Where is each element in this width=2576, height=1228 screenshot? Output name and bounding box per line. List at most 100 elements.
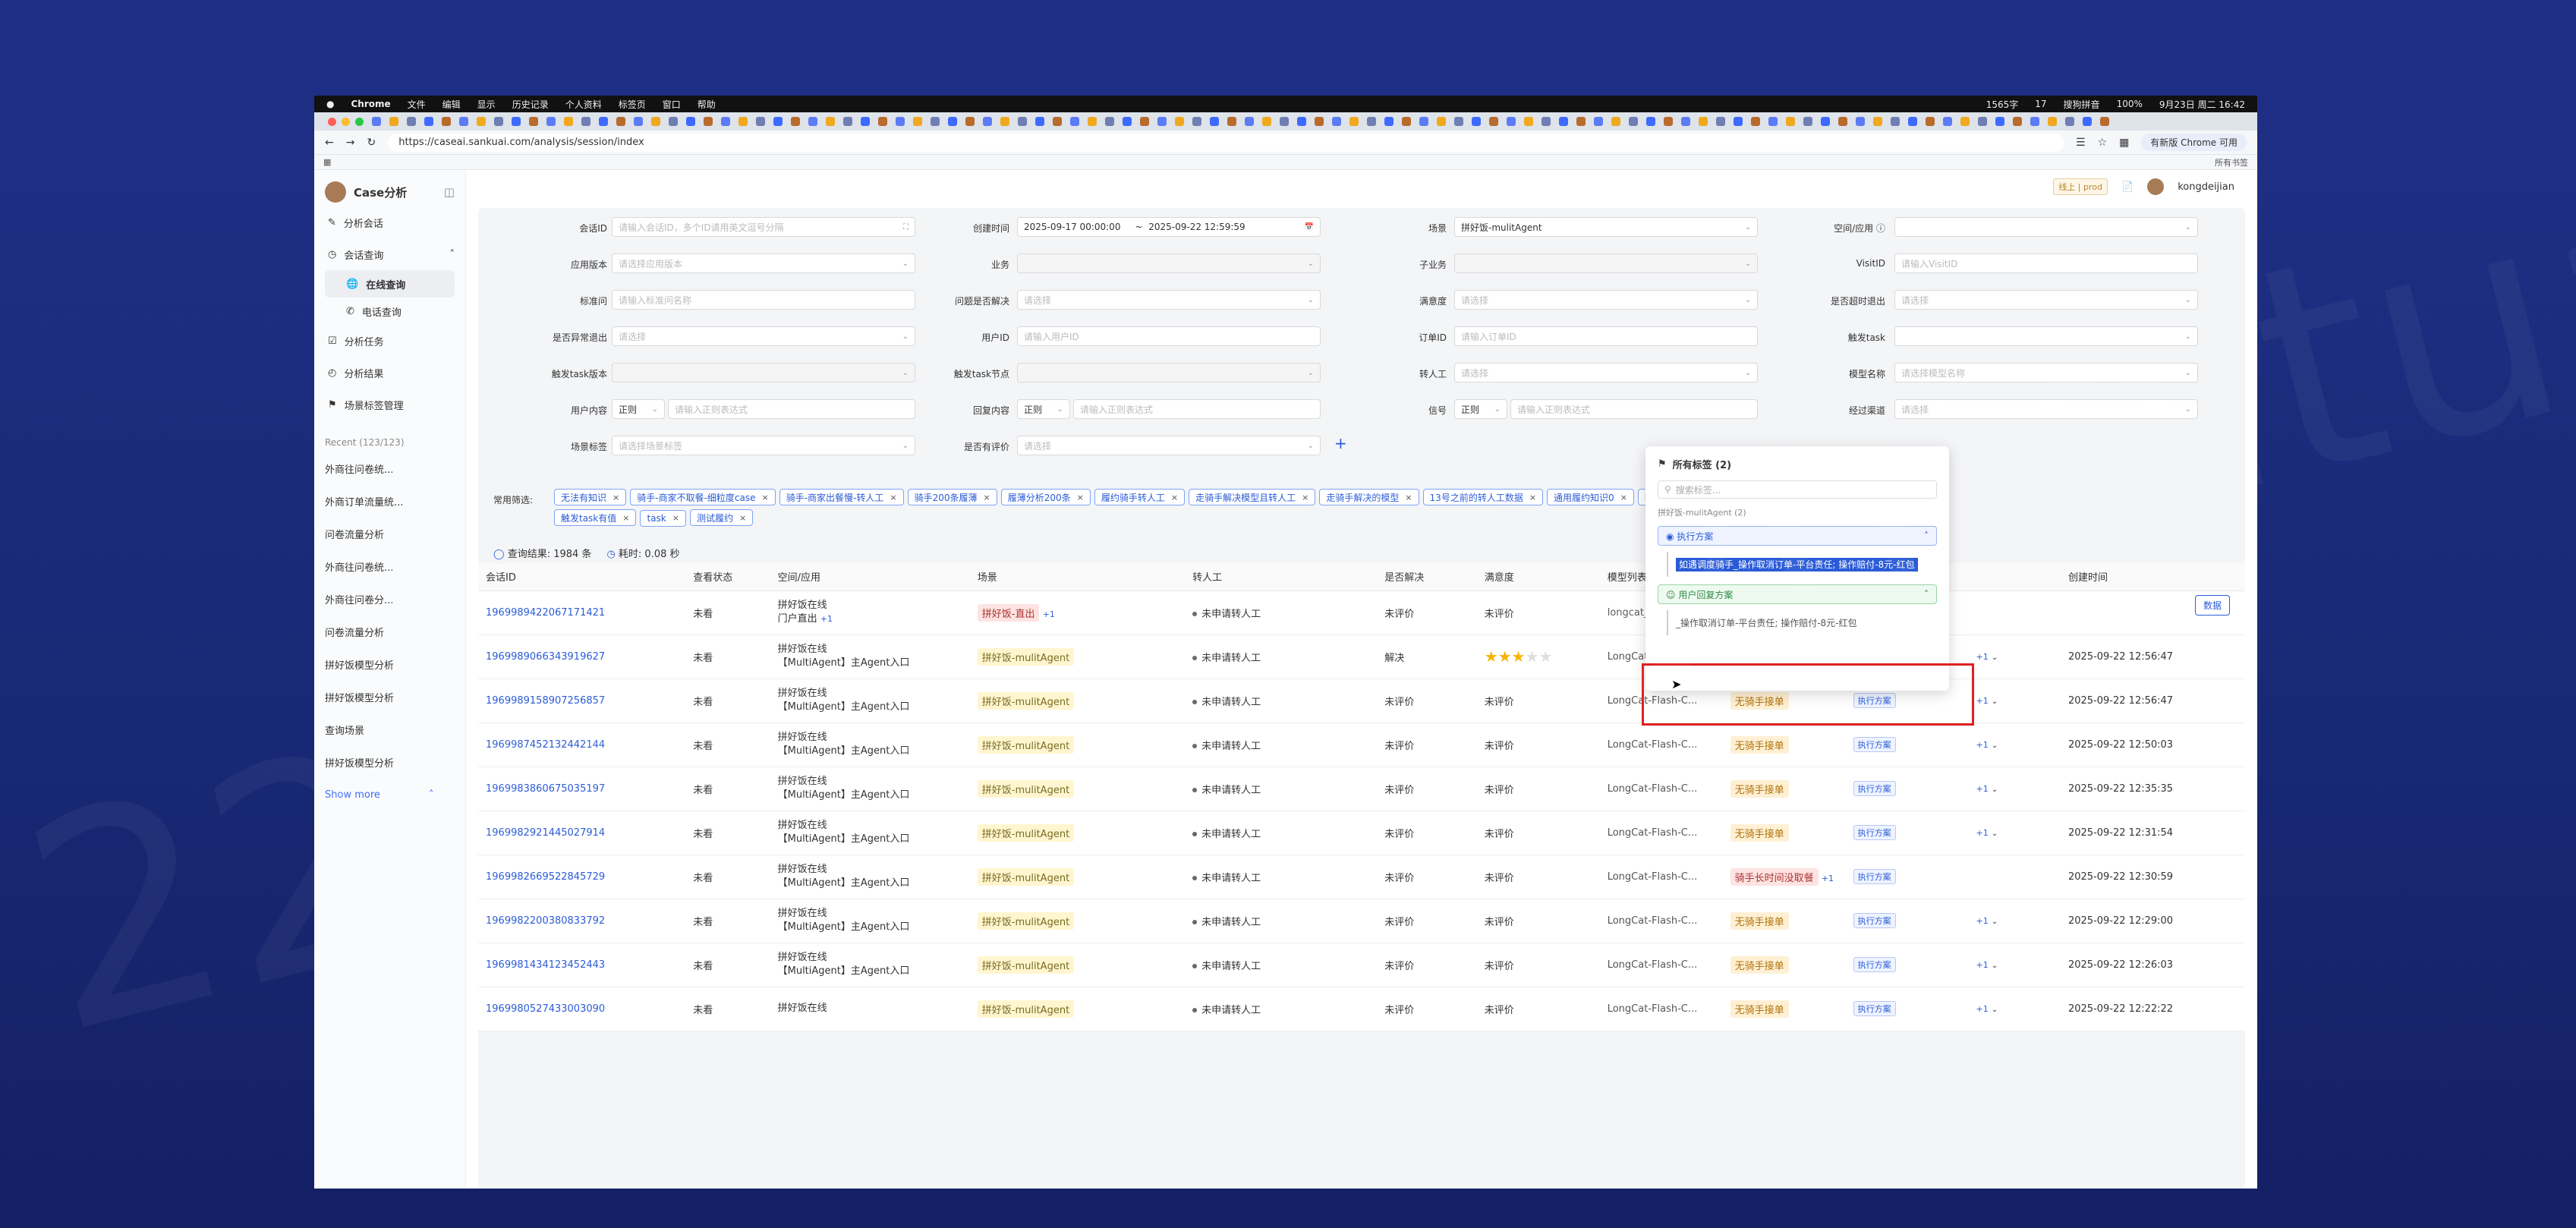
browser-tab[interactable] — [1891, 117, 1900, 126]
scene-tag-cell[interactable]: 执行方案 — [1845, 855, 1969, 899]
browser-tab[interactable] — [1227, 117, 1236, 126]
browser-tab[interactable] — [1018, 117, 1027, 126]
browser-tab[interactable] — [1768, 117, 1778, 126]
menu-edit[interactable]: 编辑 — [442, 98, 461, 111]
recent-item[interactable]: 查询场景 — [325, 715, 455, 748]
column-header[interactable] — [1968, 563, 2061, 591]
browser-tab[interactable] — [372, 117, 381, 126]
browser-tab[interactable] — [1384, 117, 1393, 126]
quick-filter-chip[interactable]: 骑手-商家不取餐-细粒度case × — [630, 489, 776, 505]
biz-select[interactable]: ⌄ — [1017, 253, 1321, 273]
browser-tab[interactable] — [616, 117, 625, 126]
app-logo[interactable]: Case分析 ◫ — [325, 178, 455, 206]
tag-card-user-reply-plan[interactable]: ☺ 用户回复方案 ˄ — [1658, 584, 1937, 604]
browser-tab[interactable] — [1681, 117, 1690, 126]
browser-tab[interactable] — [1088, 117, 1097, 126]
table-row[interactable]: 1969989422067171421 未看 拼好饭在线 门户直出 +1 拼好饭-直出 … — [478, 590, 2245, 635]
browser-tab[interactable] — [2083, 117, 2092, 126]
browser-tab[interactable] — [442, 117, 451, 126]
satisfaction-select[interactable]: 请选择 ⌄ — [1454, 290, 1758, 310]
clock[interactable]: 9月23日 周二 16:42 — [2159, 98, 2245, 111]
reply-mode-select[interactable]: 正则 ⌄ — [1017, 399, 1070, 419]
quick-filter-chip[interactable]: 触发task有值 × — [554, 509, 637, 526]
reload-icon[interactable]: ↻ — [367, 137, 376, 149]
menubar-app-name[interactable]: Chrome — [351, 99, 390, 109]
tag-more-cell[interactable]: +1 ⌄ — [1968, 943, 2061, 987]
minimize-window-icon[interactable] — [342, 117, 350, 126]
browser-tab[interactable] — [1070, 117, 1079, 126]
browser-tab[interactable] — [1960, 117, 1970, 126]
table-row[interactable]: 1969980527433003090 未看 拼好饭在线 拼好饭-mulitAgen… — [478, 987, 2245, 1031]
browser-tab[interactable] — [1611, 117, 1620, 126]
session-id-link[interactable]: 1969987452132442144 — [478, 723, 686, 767]
session-id-input[interactable]: 请输入会话ID，多个ID请用英文逗号分隔 ⛶ — [612, 217, 915, 237]
close-icon[interactable]: × — [1620, 493, 1627, 502]
menu-history[interactable]: 历史记录 — [512, 98, 549, 111]
close-icon[interactable]: × — [1529, 493, 1536, 502]
session-id-link[interactable]: 1969983860675035197 — [478, 767, 686, 811]
browser-tab[interactable] — [407, 117, 416, 126]
browser-tab[interactable] — [756, 117, 765, 126]
user-name[interactable]: kongdeijian — [2178, 181, 2234, 193]
sidebar-item-analyze-session[interactable]: ✎ 分析会话 — [325, 206, 455, 238]
user-content-input[interactable]: 请输入正则表达式 — [668, 399, 915, 419]
column-header[interactable]: 空间/应用 — [770, 563, 970, 591]
user-id-input[interactable]: 请输入用户ID — [1017, 326, 1321, 346]
quick-filter-chip[interactable]: 骑手200条履薄 × — [907, 489, 997, 505]
menu-help[interactable]: 帮助 — [698, 98, 716, 111]
browser-tab[interactable] — [965, 117, 975, 126]
browser-tab[interactable] — [1559, 117, 1568, 126]
quick-filter-chip[interactable]: 通用履约知识0 × — [1547, 489, 1634, 505]
scene-tag-cell[interactable]: 执行方案 — [1845, 811, 1969, 855]
user-content-mode-select[interactable]: 正则 ⌄ — [612, 399, 665, 419]
browser-tab[interactable] — [1053, 117, 1062, 126]
abnormal-select[interactable]: 请选择 ⌄ — [612, 326, 915, 346]
browser-tab[interactable] — [1699, 117, 1708, 126]
column-header[interactable]: 是否解决 — [1377, 563, 1477, 591]
std-question-input[interactable]: 请输入标准问名称 — [612, 290, 915, 310]
order-id-input[interactable]: 请输入订单ID — [1454, 326, 1758, 346]
rated-select[interactable]: 请选择 ⌄ — [1017, 436, 1321, 455]
browser-tab[interactable] — [1873, 117, 1882, 126]
tag-card-execute-plan[interactable]: ◉ 执行方案 ˄ — [1658, 526, 1937, 546]
browser-tab[interactable] — [424, 117, 433, 126]
browser-tab[interactable] — [704, 117, 713, 126]
table-row[interactable]: 1969989158907256857 未看 拼好饭在线 【MultiAgent】主A… — [478, 679, 2245, 723]
tag-item-1[interactable]: 如遇调度骑手_操作取消订单-平台责任; 操作赔付-8元-红包 — [1667, 552, 1937, 577]
bookmark-star-icon[interactable]: ☆ — [2098, 137, 2108, 149]
browser-tab[interactable] — [599, 117, 608, 126]
chrome-update-button[interactable]: 有新版 Chrome 可用 — [2141, 134, 2247, 151]
table-row[interactable]: 1969982200380833792 未看 拼好饭在线 【MultiAgent】主A… — [478, 899, 2245, 943]
session-id-link[interactable]: 1969981434123452443 — [478, 943, 686, 987]
scene-select[interactable]: 拼好饭-mulitAgent ⌄ — [1454, 217, 1758, 237]
apps-grid-icon[interactable]: ▦ — [323, 157, 331, 167]
show-more-link[interactable]: Show more ˄ — [325, 780, 455, 811]
transfer-select[interactable]: 请选择 ⌄ — [1454, 363, 1758, 383]
back-icon[interactable]: ← — [325, 137, 334, 149]
solved-select[interactable]: 请选择 ⌄ — [1017, 290, 1321, 310]
user-avatar[interactable] — [2147, 178, 2165, 195]
timeout-select[interactable]: 请选择 ⌄ — [1894, 290, 2198, 310]
signal-mode-select[interactable]: 正则 ⌄ — [1454, 399, 1507, 419]
browser-tab[interactable] — [983, 117, 992, 126]
close-icon[interactable]: × — [622, 513, 629, 523]
browser-tab[interactable] — [1978, 117, 1987, 126]
browser-tab[interactable] — [686, 117, 695, 126]
browser-tab[interactable] — [826, 117, 835, 126]
collapse-sidebar-icon[interactable]: ◫ — [444, 185, 455, 199]
table-row[interactable]: 1969981434123452443 未看 拼好饭在线 【MultiAgent】主A… — [478, 943, 2245, 987]
browser-tab[interactable] — [581, 117, 590, 126]
browser-tab[interactable] — [808, 117, 817, 126]
table-row[interactable]: 1969987452132442144 未看 拼好饭在线 【MultiAgent】主A… — [478, 723, 2245, 767]
browser-tab[interactable] — [529, 117, 538, 126]
browser-tab[interactable] — [1926, 117, 1935, 126]
task-version-select[interactable]: ⌄ — [612, 363, 915, 383]
quick-filter-chip[interactable]: 骑手-商家出餐慢-转人工 × — [779, 489, 904, 505]
session-id-link[interactable]: 1969989422067171421 — [478, 590, 686, 635]
sidebar-item-analysis-result[interactable]: ◴ 分析结果 — [325, 357, 455, 389]
all-bookmarks-link[interactable]: 所有书签 — [2215, 156, 2248, 168]
browser-tab[interactable] — [494, 117, 503, 126]
add-filter-plus-icon[interactable]: + — [1334, 434, 1347, 452]
forward-icon[interactable]: → — [346, 137, 355, 149]
recent-item[interactable]: 外商往问卷统... — [325, 454, 455, 486]
